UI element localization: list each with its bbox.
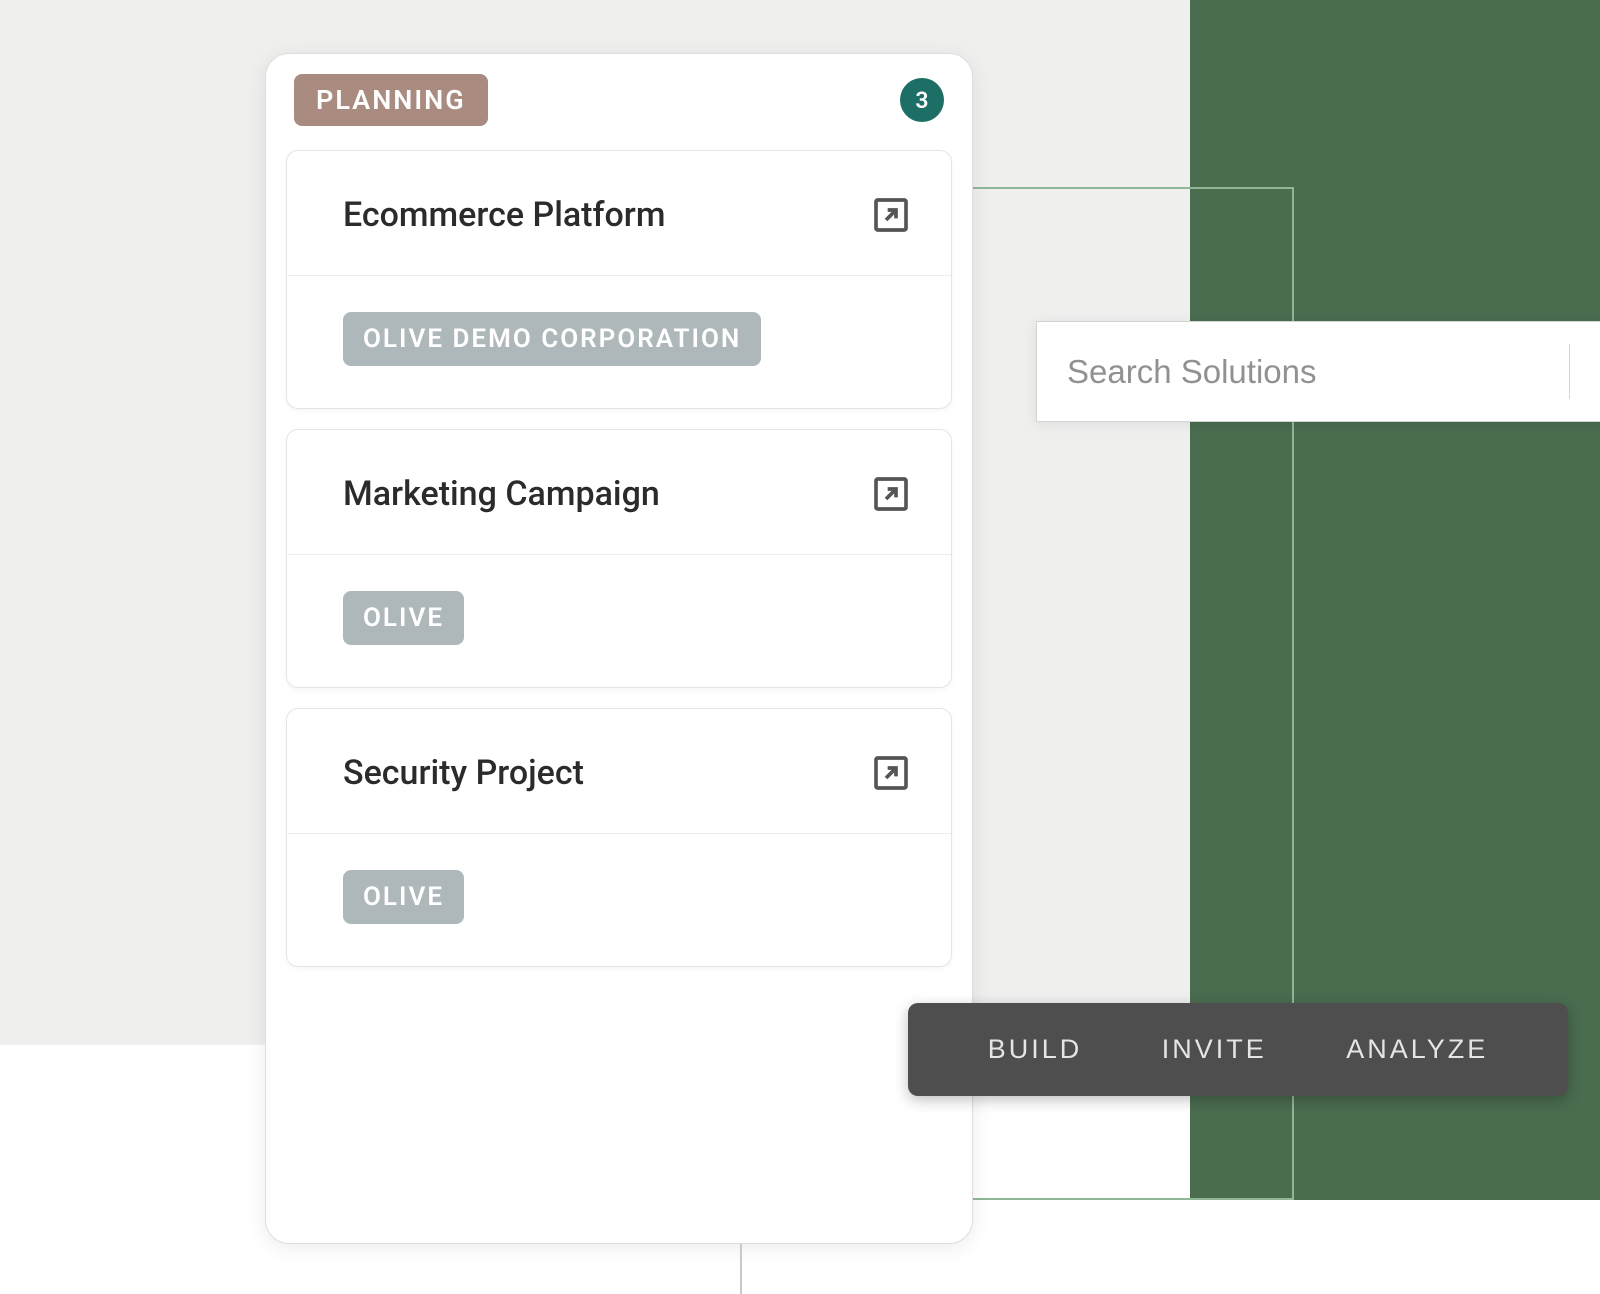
invite-button[interactable]: INVITE [1162,1034,1267,1065]
project-card[interactable]: Marketing Campaign OLIVE [286,429,952,688]
search-button[interactable] [1569,322,1600,421]
card-body: OLIVE [287,555,951,687]
panel-header: PLANNING 3 [286,74,952,126]
build-button[interactable]: BUILD [988,1034,1083,1065]
card-header: Marketing Campaign [287,430,951,555]
project-card[interactable]: Ecommerce Platform OLIVE DEMO CORPORATIO… [286,150,952,409]
card-title: Ecommerce Platform [343,195,665,235]
card-header: Ecommerce Platform [287,151,951,276]
open-external-icon[interactable] [871,195,911,235]
analyze-button[interactable]: ANALYZE [1346,1034,1488,1065]
card-body: OLIVE DEMO CORPORATION [287,276,951,408]
search-input[interactable] [1037,322,1569,421]
count-badge: 3 [900,78,944,122]
search-bar [1036,321,1600,422]
card-header: Security Project [287,709,951,834]
planning-panel: PLANNING 3 Ecommerce Platform OLIVE DEMO… [265,53,973,1244]
organization-tag: OLIVE [343,591,464,645]
organization-tag: OLIVE [343,870,464,924]
divider [1569,344,1570,399]
action-bar: BUILD INVITE ANALYZE [908,1003,1568,1096]
card-title: Security Project [343,753,584,793]
decorative-vertical-line [740,1244,742,1294]
card-body: OLIVE [287,834,951,966]
card-title: Marketing Campaign [343,474,660,514]
status-badge: PLANNING [294,74,488,126]
open-external-icon[interactable] [871,474,911,514]
project-card[interactable]: Security Project OLIVE [286,708,952,967]
organization-tag: OLIVE DEMO CORPORATION [343,312,761,366]
open-external-icon[interactable] [871,753,911,793]
